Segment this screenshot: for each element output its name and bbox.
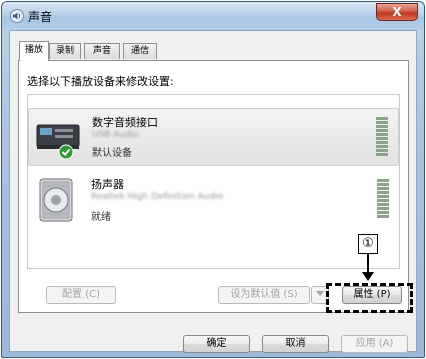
properties-highlight xyxy=(326,283,413,313)
configure-button[interactable]: 配置 (C) xyxy=(46,286,116,304)
ok-button[interactable]: 确定 xyxy=(183,335,250,353)
volume-meter xyxy=(376,117,388,159)
step-marker: ① xyxy=(358,234,378,254)
playback-panel: 选择以下播放设备来修改设置: 数字音频接口 USB Audio 默认设备 扬声器… xyxy=(18,60,409,313)
device-list[interactable]: 数字音频接口 USB Audio 默认设备 扬声器 Realtek High D… xyxy=(27,94,400,269)
chevron-down-icon xyxy=(316,291,324,296)
window-title: 声音 xyxy=(28,10,53,24)
device-name: 数字音频接口 xyxy=(92,116,158,129)
title-bar[interactable]: 声音 X xyxy=(2,2,424,30)
tab-recording[interactable]: 录制 xyxy=(49,43,81,59)
close-button[interactable]: X xyxy=(376,3,418,21)
tab-sounds[interactable]: 声音 xyxy=(84,43,120,59)
device-name: 扬声器 xyxy=(91,178,124,191)
device-row-speakers[interactable]: 扬声器 Realtek High Definition Audio 就绪 xyxy=(28,171,399,229)
device-row-digital-interface[interactable]: 数字音频接口 USB Audio 默认设备 xyxy=(28,108,399,166)
instruction-text: 选择以下播放设备来修改设置: xyxy=(27,75,174,88)
device-driver: USB Audio xyxy=(92,130,139,140)
speaker-icon xyxy=(39,178,73,222)
set-default-button[interactable]: 设为默认值 (S) xyxy=(218,286,310,304)
volume-meter xyxy=(377,179,389,221)
device-driver: Realtek High Definition Audio xyxy=(91,192,224,202)
arrow-down-icon xyxy=(362,254,374,281)
digital-interface-icon xyxy=(36,124,80,160)
sound-speaker-icon xyxy=(10,9,24,23)
cancel-button[interactable]: 取消 xyxy=(262,335,329,353)
tab-playback[interactable]: 播放 xyxy=(19,41,49,61)
apply-button[interactable]: 应用 (A) xyxy=(341,335,408,353)
device-status: 默认设备 xyxy=(92,148,132,159)
device-status: 就绪 xyxy=(91,212,111,223)
tab-communications[interactable]: 通信 xyxy=(123,43,157,59)
